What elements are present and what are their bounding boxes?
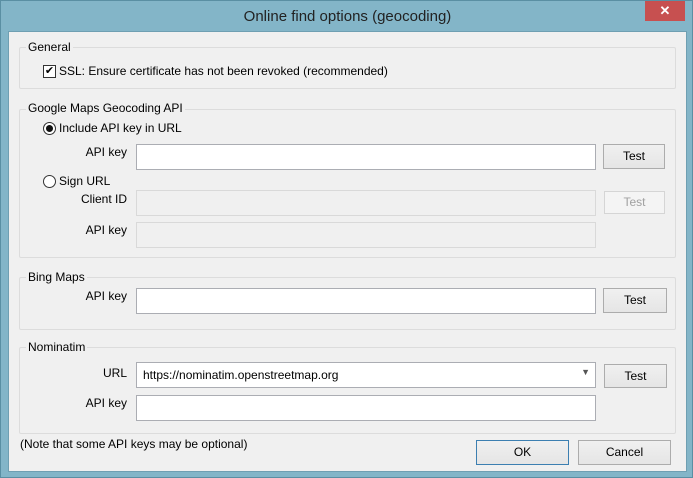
cancel-button[interactable]: Cancel (578, 440, 671, 465)
client-id-label: Client ID (80, 192, 127, 206)
nominatim-url-label: URL (102, 366, 127, 380)
nominatim-api-key-input[interactable] (136, 395, 596, 421)
client-id-input[interactable] (136, 190, 596, 216)
bing-group-title: Bing Maps (26, 270, 87, 284)
ssl-label[interactable]: SSL: Ensure certificate has not been rev… (59, 64, 388, 78)
dialog-title: Online find options (geocoding) (243, 8, 452, 25)
sign-test-button[interactable]: Test (604, 191, 665, 214)
ssl-checkbox[interactable]: ✔ (43, 65, 56, 78)
include-key-radio[interactable] (43, 122, 56, 135)
nominatim-group-title: Nominatim (26, 340, 88, 354)
checkmark-icon: ✔ (44, 65, 55, 77)
bing-api-key-label: API key (85, 289, 127, 303)
google-test-button[interactable]: Test (603, 144, 665, 169)
close-button[interactable]: ✕ (645, 1, 685, 21)
ok-button[interactable]: OK (476, 440, 569, 465)
nominatim-api-key-label: API key (85, 396, 127, 410)
google-api-key-input[interactable] (136, 144, 596, 170)
nominatim-url-value: https://nominatim.openstreetmap.org (143, 368, 339, 382)
include-key-label[interactable]: Include API key in URL (59, 121, 182, 135)
bing-api-key-input[interactable] (136, 288, 596, 314)
google-api-key2-label: API key (85, 223, 127, 237)
bing-test-button[interactable]: Test (603, 288, 667, 313)
general-group-title: General (26, 40, 73, 54)
google-group-title: Google Maps Geocoding API (26, 101, 185, 115)
google-api-key-label: API key (85, 145, 127, 159)
sign-url-label[interactable]: Sign URL (59, 174, 110, 188)
nominatim-url-combobox[interactable]: https://nominatim.openstreetmap.org ▼ (136, 362, 596, 388)
optional-keys-note: (Note that some API keys may be optional… (20, 437, 248, 451)
google-api-key2-input[interactable] (136, 222, 596, 248)
sign-url-radio[interactable] (43, 175, 56, 188)
chevron-down-icon[interactable]: ▼ (581, 367, 590, 377)
nominatim-test-button[interactable]: Test (604, 364, 667, 388)
